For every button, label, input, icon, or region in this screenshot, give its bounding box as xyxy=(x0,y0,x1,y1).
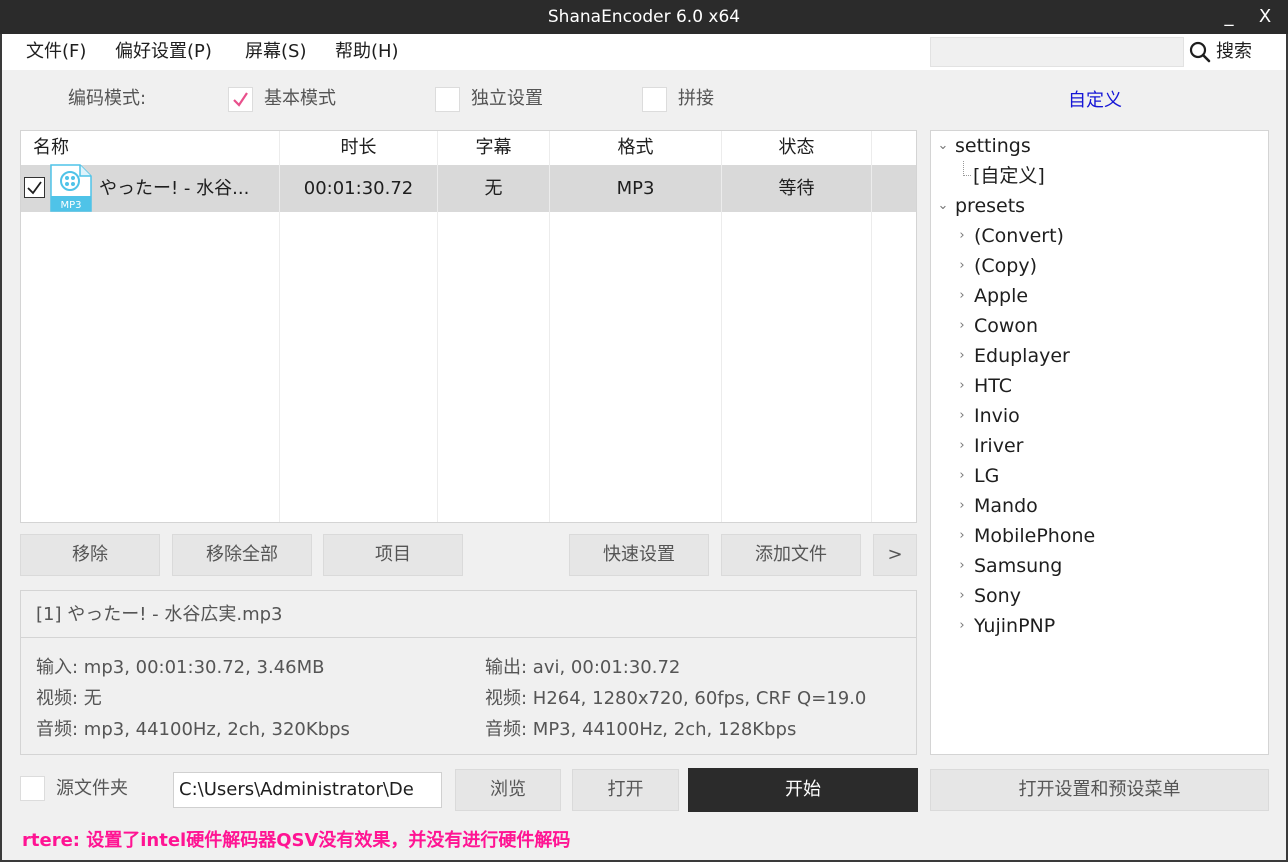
tree-node-custom[interactable]: [自定义] xyxy=(973,161,1045,191)
tree-node-preset[interactable]: Samsung xyxy=(974,551,1062,581)
menu-preferences[interactable]: 偏好设置(P) xyxy=(115,34,212,70)
tree-node-preset[interactable]: (Copy) xyxy=(974,251,1037,281)
audio-file-icon: MP3 xyxy=(50,164,92,212)
column-divider xyxy=(871,131,872,522)
collapsed-arrow-icon[interactable]: › xyxy=(955,431,969,461)
window-title: ShanaEncoder 6.0 x64 xyxy=(547,7,741,27)
info-input: 输入: mp3, 00:01:30.72, 3.46MB xyxy=(36,657,325,678)
tree-node-preset[interactable]: Eduplayer xyxy=(974,341,1070,371)
browse-button[interactable]: 浏览 xyxy=(455,769,561,811)
collapsed-arrow-icon[interactable]: › xyxy=(955,521,969,551)
collapsed-arrow-icon[interactable]: › xyxy=(955,221,969,251)
tree-node-preset[interactable]: Cowon xyxy=(974,311,1038,341)
collapsed-arrow-icon[interactable]: › xyxy=(955,251,969,281)
collapsed-arrow-icon[interactable]: › xyxy=(955,581,969,611)
start-button[interactable]: 开始 xyxy=(688,768,918,812)
column-header-duration[interactable]: 时长 xyxy=(280,131,437,165)
concat-label: 拼接 xyxy=(678,88,714,109)
info-output-video: 视频: H264, 1280x720, 60fps, CRF Q=19.0 xyxy=(485,688,867,709)
row-status: 等待 xyxy=(778,178,815,199)
row-format: MP3 xyxy=(616,178,655,199)
status-message: rtere: 设置了intel硬件解码器QSV没有效果，并没有进行硬件解码 xyxy=(22,830,571,851)
collapsed-arrow-icon[interactable]: › xyxy=(955,371,969,401)
tree-node-preset[interactable]: (Convert) xyxy=(974,221,1064,251)
checkmark-icon xyxy=(233,92,248,107)
menu-help[interactable]: 帮助(H) xyxy=(335,34,399,70)
collapsed-arrow-icon[interactable]: › xyxy=(955,551,969,581)
concat-checkbox[interactable] xyxy=(642,87,667,112)
tree-node-preset[interactable]: LG xyxy=(974,461,999,491)
more-button[interactable]: > xyxy=(873,534,917,576)
menu-screen[interactable]: 屏幕(S) xyxy=(245,34,306,70)
info-input-audio: 音频: mp3, 44100Hz, 2ch, 320Kbps xyxy=(36,719,350,740)
expanded-arrow-icon[interactable]: ⌄ xyxy=(936,131,950,161)
tree-node-preset[interactable]: Iriver xyxy=(974,431,1023,461)
basic-mode-checkbox[interactable] xyxy=(228,87,253,112)
info-divider xyxy=(21,637,916,638)
column-header-name[interactable]: 名称 xyxy=(22,131,82,165)
collapsed-arrow-icon[interactable]: › xyxy=(955,491,969,521)
source-folder-checkbox[interactable] xyxy=(20,776,45,801)
independent-settings-label: 独立设置 xyxy=(471,88,543,109)
checkmark-icon xyxy=(27,181,42,195)
collapsed-arrow-icon[interactable]: › xyxy=(955,341,969,371)
info-output: 输出: avi, 00:01:30.72 xyxy=(485,657,681,678)
tree-node-preset[interactable]: Invio xyxy=(974,401,1020,431)
collapsed-arrow-icon[interactable]: › xyxy=(955,281,969,311)
row-name: やったー! - 水谷... xyxy=(99,178,250,199)
menu-file[interactable]: 文件(F) xyxy=(26,34,86,70)
collapsed-arrow-icon[interactable]: › xyxy=(955,401,969,431)
independent-settings-checkbox[interactable] xyxy=(435,87,460,112)
quick-settings-button[interactable]: 快速设置 xyxy=(569,534,709,576)
collapsed-arrow-icon[interactable]: › xyxy=(955,611,969,641)
tree-node-preset[interactable]: MobilePhone xyxy=(974,521,1095,551)
row-subtitle: 无 xyxy=(484,178,503,199)
custom-link[interactable]: 自定义 xyxy=(1068,86,1122,116)
tree-node-preset[interactable]: Sony xyxy=(974,581,1021,611)
search-input[interactable] xyxy=(930,37,1184,67)
tree-node-preset[interactable]: Mando xyxy=(974,491,1038,521)
basic-mode-label: 基本模式 xyxy=(264,88,336,109)
info-input-video: 视频: 无 xyxy=(36,688,102,709)
search-button[interactable]: 搜索 xyxy=(1216,34,1252,70)
open-button[interactable]: 打开 xyxy=(572,769,679,811)
tree-node-settings[interactable]: settings xyxy=(955,131,1031,161)
encode-mode-label: 编码模式: xyxy=(68,88,147,109)
close-button[interactable]: X xyxy=(1248,0,1282,34)
column-header-status[interactable]: 状态 xyxy=(722,131,871,165)
search-icon[interactable] xyxy=(1189,41,1211,63)
item-button[interactable]: 项目 xyxy=(323,534,463,576)
row-duration: 00:01:30.72 xyxy=(303,178,414,199)
column-header-format[interactable]: 格式 xyxy=(550,131,721,165)
minimize-button[interactable]: _ xyxy=(1212,0,1246,34)
open-settings-button[interactable]: 打开设置和预设菜单 xyxy=(930,769,1269,811)
row-checkbox[interactable] xyxy=(24,177,45,198)
info-title: [1] やったー! - 水谷広実.mp3 xyxy=(36,604,283,625)
info-output-audio: 音频: MP3, 44100Hz, 2ch, 128Kbps xyxy=(485,719,797,740)
collapsed-arrow-icon[interactable]: › xyxy=(955,461,969,491)
file-type-label: MP3 xyxy=(60,200,81,211)
tree-connector xyxy=(963,161,971,176)
tree-node-preset[interactable]: HTC xyxy=(974,371,1012,401)
tree-node-presets[interactable]: presets xyxy=(955,191,1025,221)
remove-all-button[interactable]: 移除全部 xyxy=(172,534,312,576)
add-file-button[interactable]: 添加文件 xyxy=(721,534,861,576)
column-header-subtitle[interactable]: 字幕 xyxy=(438,131,549,165)
tree-node-preset[interactable]: Apple xyxy=(974,281,1028,311)
collapsed-arrow-icon[interactable]: › xyxy=(955,311,969,341)
tree-node-preset[interactable]: YujinPNP xyxy=(974,611,1055,641)
output-path-input[interactable]: C:\Users\Administrator\De xyxy=(173,772,442,808)
expanded-arrow-icon[interactable]: ⌄ xyxy=(936,191,950,221)
source-folder-label: 源文件夹 xyxy=(56,778,128,799)
remove-button[interactable]: 移除 xyxy=(20,534,160,576)
